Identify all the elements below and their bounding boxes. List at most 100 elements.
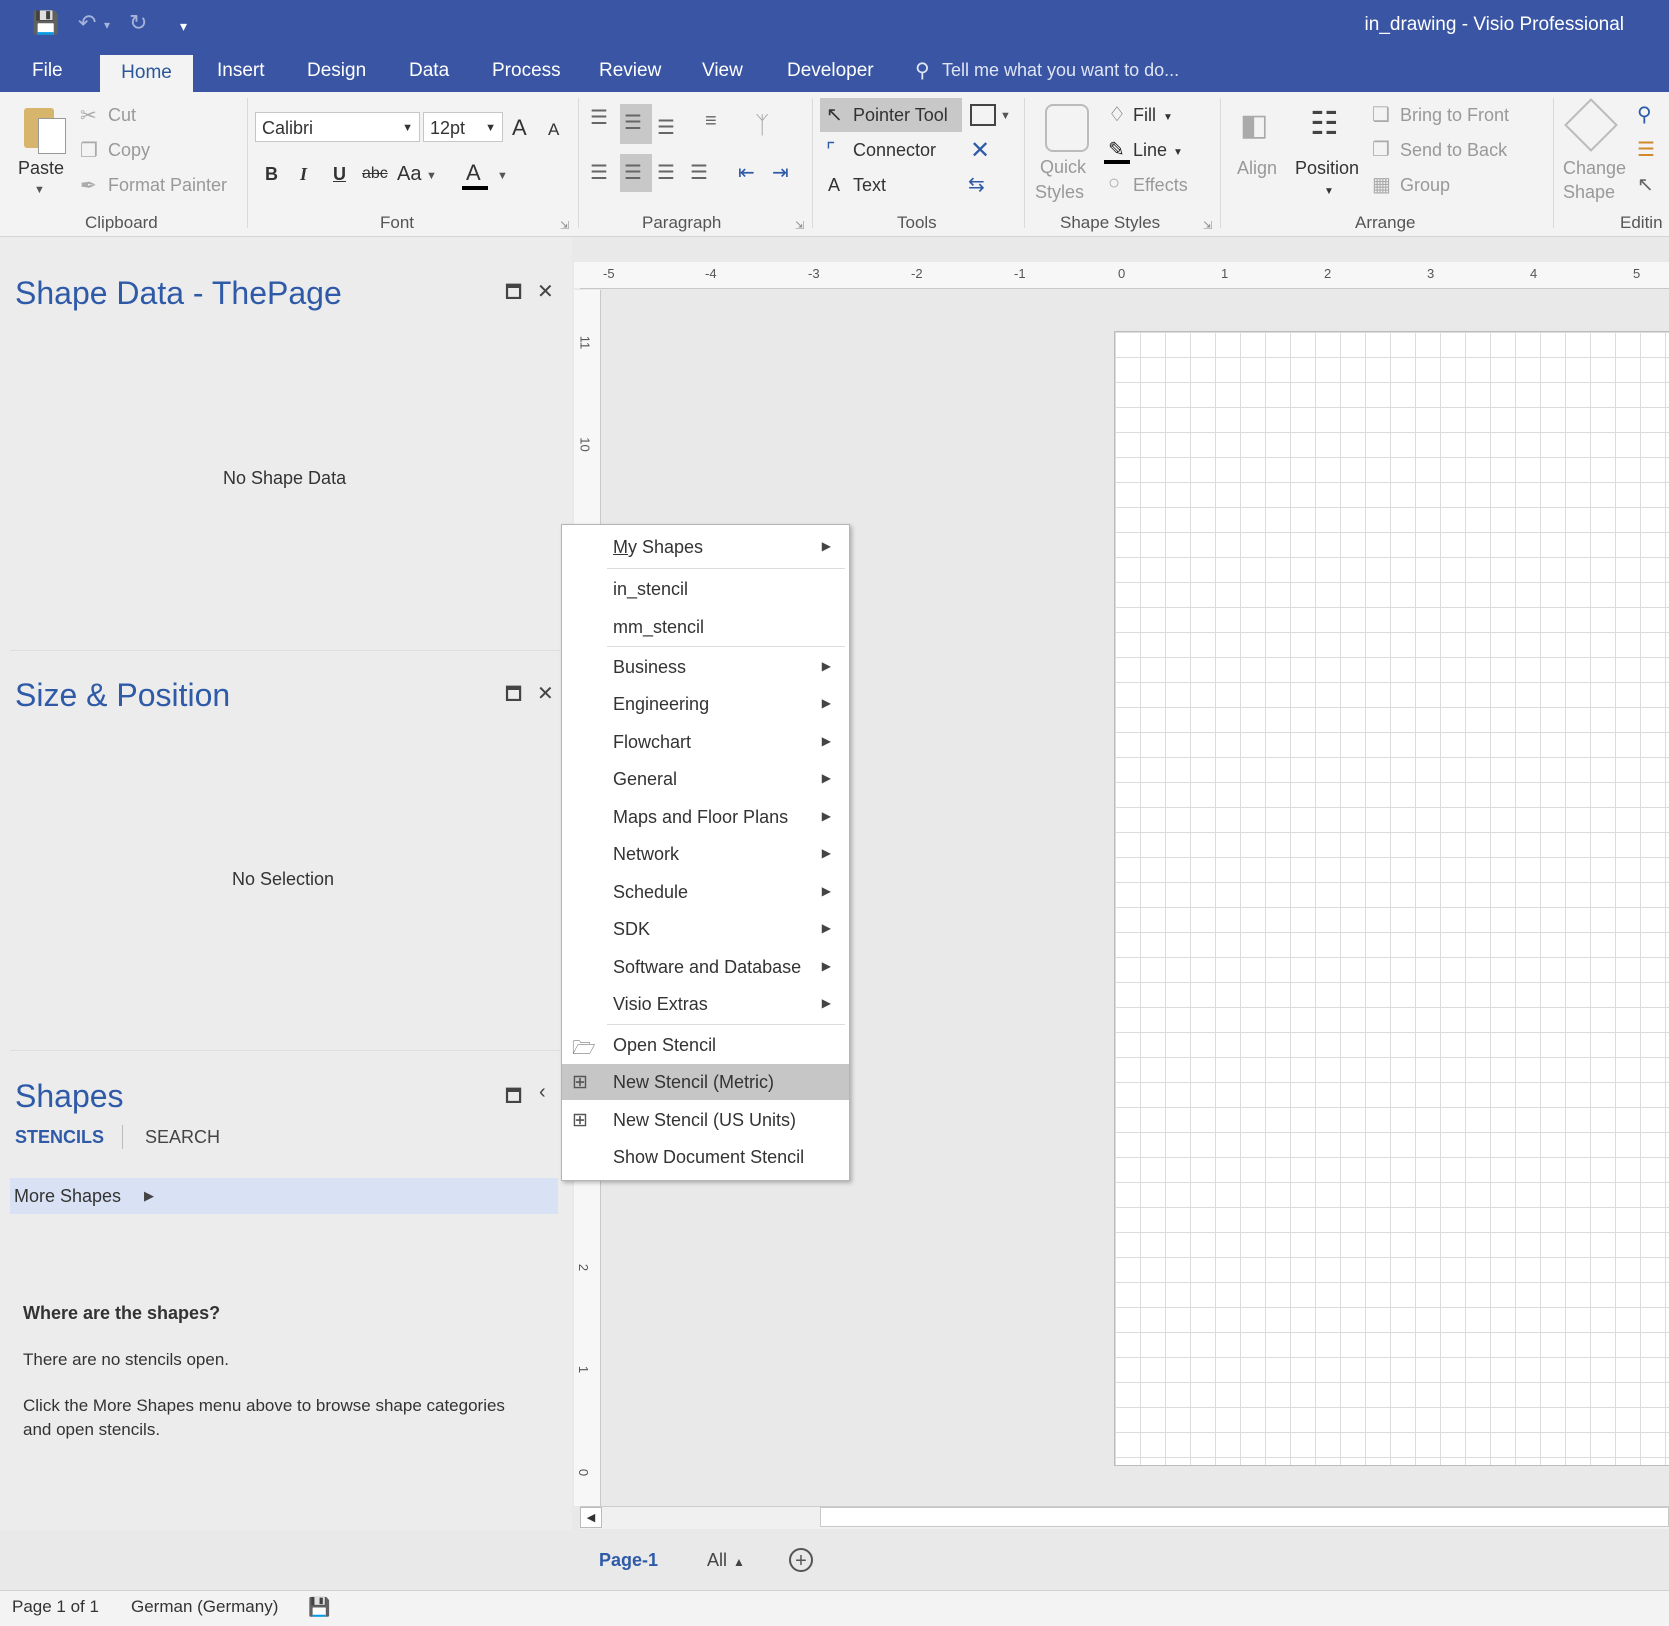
- menu-item-show-document-stencil[interactable]: Show Document Stencil: [562, 1139, 849, 1175]
- quick-styles-label[interactable]: Quick: [1040, 157, 1086, 178]
- menu-item-visio-extras[interactable]: Visio Extras ▶: [562, 986, 849, 1022]
- fill-button[interactable]: Fill: [1133, 105, 1156, 126]
- group-button[interactable]: Group: [1400, 175, 1450, 196]
- font-color-button[interactable]: A: [466, 160, 481, 186]
- tab-insert[interactable]: Insert: [217, 60, 265, 82]
- close-x-icon[interactable]: ✕: [970, 136, 990, 165]
- change-shape-label[interactable]: Change: [1563, 158, 1626, 179]
- tab-developer[interactable]: Developer: [787, 60, 874, 82]
- text-tool-button[interactable]: Text: [853, 175, 886, 196]
- grow-font-button[interactable]: A: [512, 115, 527, 141]
- underline-button[interactable]: U: [333, 164, 346, 185]
- menu-item-flowchart[interactable]: Flowchart ▶: [562, 724, 849, 760]
- align-button[interactable]: Align: [1237, 158, 1277, 179]
- menu-item-maps[interactable]: Maps and Floor Plans ▶: [562, 799, 849, 835]
- position-button[interactable]: Position: [1295, 158, 1359, 179]
- page-tab-page1[interactable]: Page-1: [599, 1550, 658, 1571]
- font-name-combo[interactable]: Calibri ▼: [255, 112, 420, 142]
- add-page-icon[interactable]: +: [789, 1548, 813, 1572]
- tell-me-input[interactable]: Tell me what you want to do...: [942, 60, 1179, 81]
- align-top-icon[interactable]: ☰: [590, 105, 608, 130]
- send-to-back-button[interactable]: Send to Back: [1400, 140, 1507, 161]
- tab-home[interactable]: Home: [100, 55, 193, 92]
- change-case-button[interactable]: Aa: [397, 163, 421, 186]
- undo-icon[interactable]: ↶: [78, 10, 96, 36]
- paste-icon[interactable]: [20, 104, 66, 154]
- connection-point-icon[interactable]: ⇆: [968, 172, 985, 197]
- menu-item-software-database[interactable]: Software and Database ▶: [562, 949, 849, 985]
- cut-button[interactable]: Cut: [108, 105, 136, 126]
- menu-item-schedule[interactable]: Schedule ▶: [562, 874, 849, 910]
- menu-item-network[interactable]: Network ▶: [562, 836, 849, 872]
- customize-qat-icon[interactable]: ▾: [180, 18, 187, 35]
- status-language[interactable]: German (Germany): [131, 1597, 278, 1617]
- align-center-icon[interactable]: ☰: [624, 160, 642, 185]
- rectangle-icon[interactable]: [970, 104, 996, 126]
- page-tab-all[interactable]: All: [707, 1550, 727, 1571]
- pointer-tool-button[interactable]: Pointer Tool: [853, 105, 948, 126]
- menu-item-open-stencil[interactable]: 🗁 Open Stencil: [562, 1027, 849, 1063]
- select-icon[interactable]: ↖: [1637, 172, 1654, 197]
- tab-design[interactable]: Design: [307, 60, 366, 82]
- menu-item-engineering[interactable]: Engineering ▶: [562, 686, 849, 722]
- bold-button[interactable]: B: [265, 164, 278, 185]
- font-size-combo[interactable]: 12pt ▼: [423, 112, 503, 142]
- collapse-chevron-icon[interactable]: ‹: [539, 1081, 546, 1104]
- paste-button[interactable]: Paste: [18, 158, 64, 179]
- status-page[interactable]: Page 1 of 1: [12, 1597, 99, 1617]
- tab-stencils[interactable]: STENCILS: [15, 1127, 104, 1148]
- close-icon[interactable]: ✕: [537, 681, 554, 706]
- copy-button[interactable]: Copy: [108, 140, 150, 161]
- menu-item-in-stencil[interactable]: in_stencil: [562, 571, 849, 607]
- maximize-icon[interactable]: 🗖: [505, 280, 522, 310]
- close-icon[interactable]: ✕: [537, 279, 554, 304]
- format-painter-button[interactable]: Format Painter: [108, 175, 227, 196]
- italic-button[interactable]: I: [300, 164, 307, 185]
- find-icon[interactable]: ⚲: [1637, 102, 1652, 127]
- quick-styles-label-2[interactable]: Styles: [1035, 182, 1084, 203]
- dialog-launcher-icon[interactable]: ⇲: [560, 219, 569, 232]
- connector-button[interactable]: Connector: [853, 140, 936, 161]
- increase-indent-icon[interactable]: ⇥: [772, 160, 789, 185]
- redo-icon[interactable]: ↻: [129, 10, 147, 36]
- decrease-indent-icon[interactable]: ⇤: [738, 160, 755, 185]
- tab-process[interactable]: Process: [492, 60, 561, 82]
- align-bottom-icon[interactable]: ☰: [657, 115, 675, 140]
- dialog-launcher-icon[interactable]: ⇲: [1203, 219, 1212, 232]
- menu-item-sdk[interactable]: SDK ▶: [562, 911, 849, 947]
- tab-search[interactable]: SEARCH: [145, 1127, 220, 1148]
- align-right-icon[interactable]: ☰: [657, 160, 675, 185]
- menu-item-my-shapes[interactable]: My Shapes ▶: [562, 529, 849, 565]
- maximize-icon[interactable]: 🗖: [505, 1084, 522, 1114]
- more-shapes-button[interactable]: More Shapes ▶: [10, 1178, 558, 1214]
- align-left-icon[interactable]: ☰: [590, 160, 608, 185]
- change-shape-label-2[interactable]: Shape: [1563, 182, 1615, 203]
- tab-view[interactable]: View: [702, 60, 743, 82]
- undo-dropdown-icon[interactable]: ▾: [104, 18, 110, 32]
- drawing-page[interactable]: [1114, 331, 1669, 1466]
- strikethrough-button[interactable]: abc: [362, 165, 388, 183]
- tab-data[interactable]: Data: [409, 60, 449, 82]
- align-middle-icon[interactable]: ☰: [624, 110, 642, 135]
- macro-record-icon[interactable]: 💾: [308, 1597, 330, 1618]
- tab-review[interactable]: Review: [599, 60, 661, 82]
- text-direction-icon[interactable]: ᛉ: [755, 112, 769, 140]
- line-button[interactable]: Line: [1133, 140, 1167, 161]
- justify-icon[interactable]: ☰: [690, 160, 708, 185]
- menu-item-general[interactable]: General ▶: [562, 761, 849, 797]
- save-icon[interactable]: 💾: [32, 10, 59, 36]
- layers-icon[interactable]: ☰: [1637, 137, 1655, 162]
- quick-styles-icon[interactable]: [1045, 104, 1089, 152]
- maximize-icon[interactable]: 🗖: [505, 682, 522, 712]
- menu-item-mm-stencil[interactable]: mm_stencil: [562, 609, 849, 645]
- menu-item-business[interactable]: Business ▶: [562, 649, 849, 685]
- dialog-launcher-icon[interactable]: ⇲: [795, 219, 804, 232]
- chevron-down-icon[interactable]: ▼: [1000, 110, 1011, 122]
- bullets-icon[interactable]: ≡: [705, 110, 717, 133]
- bring-to-front-button[interactable]: Bring to Front: [1400, 105, 1509, 126]
- paste-dropdown-icon[interactable]: ▼: [34, 184, 45, 196]
- scroll-thumb[interactable]: [820, 1507, 1669, 1527]
- effects-button[interactable]: Effects: [1133, 175, 1188, 196]
- shrink-font-button[interactable]: A: [548, 120, 559, 140]
- menu-item-new-stencil-metric[interactable]: ⊞ New Stencil (Metric): [562, 1064, 849, 1100]
